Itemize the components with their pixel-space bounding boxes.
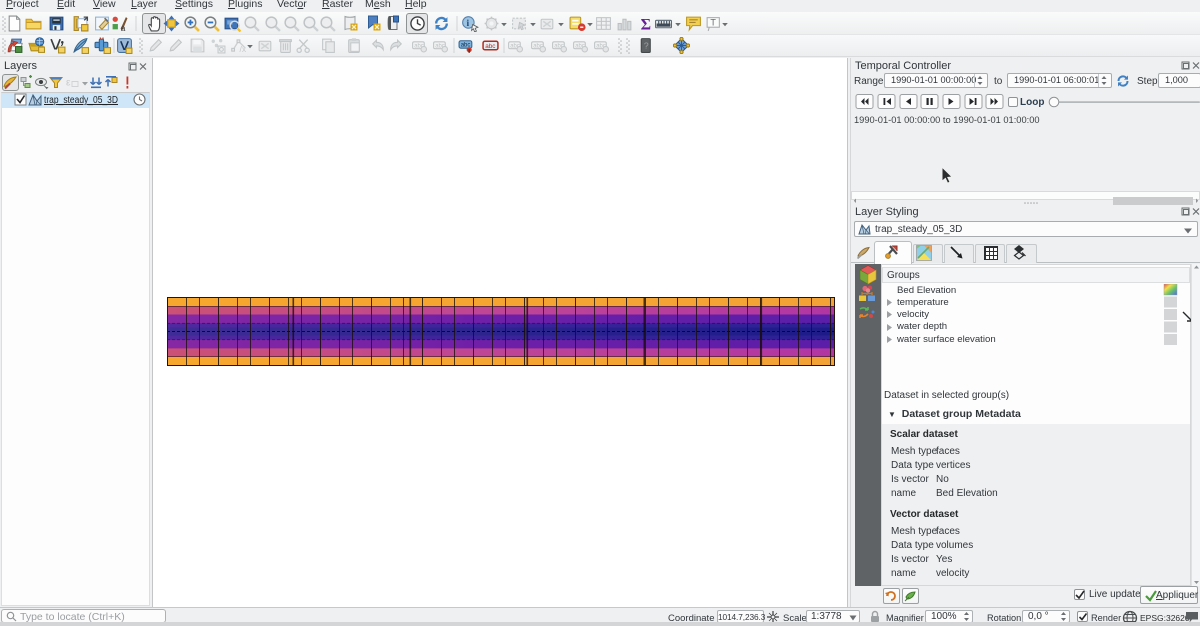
svg-text:ε: ε <box>66 78 71 89</box>
svg-text:trap_steady_05_3D: trap_steady_05_3D <box>44 95 118 106</box>
